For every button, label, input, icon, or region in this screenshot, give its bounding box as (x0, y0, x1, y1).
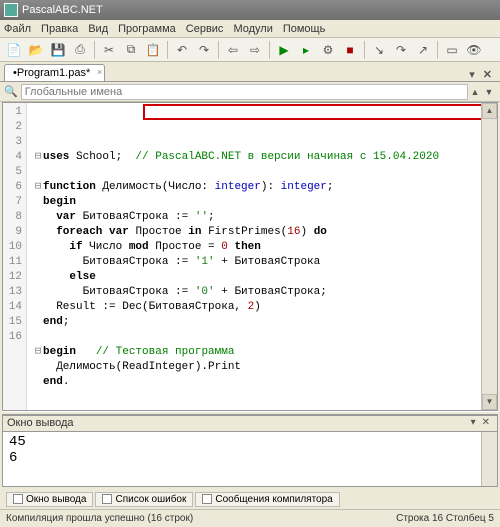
new-icon[interactable]: 📄 (4, 40, 24, 60)
save-icon[interactable]: 💾 (48, 40, 68, 60)
separator (218, 41, 219, 59)
build-icon[interactable]: ⚙ (318, 40, 338, 60)
status-cursor: Строка 16 Столбец 5 (396, 513, 494, 524)
separator (437, 41, 438, 59)
compiler-icon (202, 494, 212, 504)
separator (167, 41, 168, 59)
tab-bar: •Program1.pas* × ▾ ✕ (0, 62, 500, 82)
panel-menu-icon[interactable]: ▾ (468, 417, 479, 430)
separator (364, 41, 365, 59)
step-out-icon[interactable]: ↗ (413, 40, 433, 60)
separator (269, 41, 270, 59)
save-all-icon[interactable]: ⎙ (70, 40, 90, 60)
tab-label: •Program1.pas* (13, 67, 90, 79)
output-icon (13, 494, 23, 504)
status-bar: Компиляция прошла успешно (16 строк) Стр… (0, 509, 500, 527)
menu-service[interactable]: Сервис (186, 23, 224, 35)
bottom-tabs: Окно вывода Список ошибок Сообщения комп… (2, 489, 498, 509)
close-tab-icon[interactable]: × (97, 67, 102, 77)
search-icon: 🔍 (4, 85, 18, 98)
up-arrow-icon[interactable]: ▲ (468, 87, 482, 97)
nav-back-icon[interactable]: ⇦ (223, 40, 243, 60)
menu-modules[interactable]: Модули (233, 23, 272, 35)
run-icon[interactable]: ▶ (274, 40, 294, 60)
tab-errors[interactable]: Список ошибок (95, 492, 193, 507)
menu-bar: Файл Правка Вид Программа Сервис Модули … (0, 20, 500, 38)
copy-icon[interactable]: ⧉ (121, 40, 141, 60)
tab-compiler[interactable]: Сообщения компилятора (195, 492, 339, 507)
undo-icon[interactable]: ↶ (172, 40, 192, 60)
code-editor: 12345678910111213141516 ⊟uses School; //… (2, 102, 498, 411)
window-title: PascalABC.NET (22, 4, 496, 16)
errors-icon (102, 494, 112, 504)
scroll-up-icon[interactable]: ▲ (482, 103, 497, 119)
menu-edit[interactable]: Правка (41, 23, 78, 35)
app-icon (4, 3, 18, 17)
scroll-down-icon[interactable]: ▼ (482, 394, 497, 410)
paste-icon[interactable]: 📋 (143, 40, 163, 60)
nav-fwd-icon[interactable]: ⇨ (245, 40, 265, 60)
tab-output[interactable]: Окно вывода (6, 492, 93, 507)
output-panel: 45 6 (2, 431, 498, 487)
toolbar: 📄 📂 💾 ⎙ ✂ ⧉ 📋 ↶ ↷ ⇦ ⇨ ▶ ▸ ⚙ ■ ↘ ↷ ↗ ▭ 👁 (0, 38, 500, 62)
global-names-input[interactable] (21, 84, 468, 100)
menu-file[interactable]: Файл (4, 23, 31, 35)
stop-icon[interactable]: ■ (340, 40, 360, 60)
close-all-icon[interactable]: ✕ (479, 68, 496, 81)
watch-icon[interactable]: 👁 (464, 40, 484, 60)
separator (94, 41, 95, 59)
step-over-icon[interactable]: ↷ (391, 40, 411, 60)
form-icon[interactable]: ▭ (442, 40, 462, 60)
output-title-bar: Окно вывода ▾ ✕ (2, 415, 498, 431)
highlight-box (143, 104, 481, 120)
title-bar: PascalABC.NET (0, 0, 500, 20)
output-title: Окно вывода (7, 417, 74, 430)
line-gutter: 12345678910111213141516 (3, 103, 27, 410)
panel-close-icon[interactable]: ✕ (479, 417, 493, 430)
menu-help[interactable]: Помощь (283, 23, 326, 35)
run2-icon[interactable]: ▸ (296, 40, 316, 60)
cut-icon[interactable]: ✂ (99, 40, 119, 60)
open-icon[interactable]: 📂 (26, 40, 46, 60)
menu-view[interactable]: Вид (88, 23, 108, 35)
vertical-scrollbar[interactable]: ▲ ▼ (481, 103, 497, 410)
redo-icon[interactable]: ↷ (194, 40, 214, 60)
down-arrow-icon[interactable]: ▼ (482, 87, 496, 97)
menu-program[interactable]: Программа (118, 23, 176, 35)
tabs-dropdown-icon[interactable]: ▾ (465, 68, 479, 81)
output-text[interactable]: 45 6 (9, 434, 481, 484)
find-bar: 🔍 ▲ ▼ (0, 82, 500, 102)
status-compile: Компиляция прошла успешно (16 строк) (6, 513, 193, 524)
output-scrollbar[interactable] (481, 432, 497, 486)
scroll-track[interactable] (482, 119, 497, 394)
file-tab[interactable]: •Program1.pas* × (4, 64, 105, 81)
code-area[interactable]: ⊟uses School; // PascalABC.NET в версии … (27, 103, 481, 410)
step-into-icon[interactable]: ↘ (369, 40, 389, 60)
